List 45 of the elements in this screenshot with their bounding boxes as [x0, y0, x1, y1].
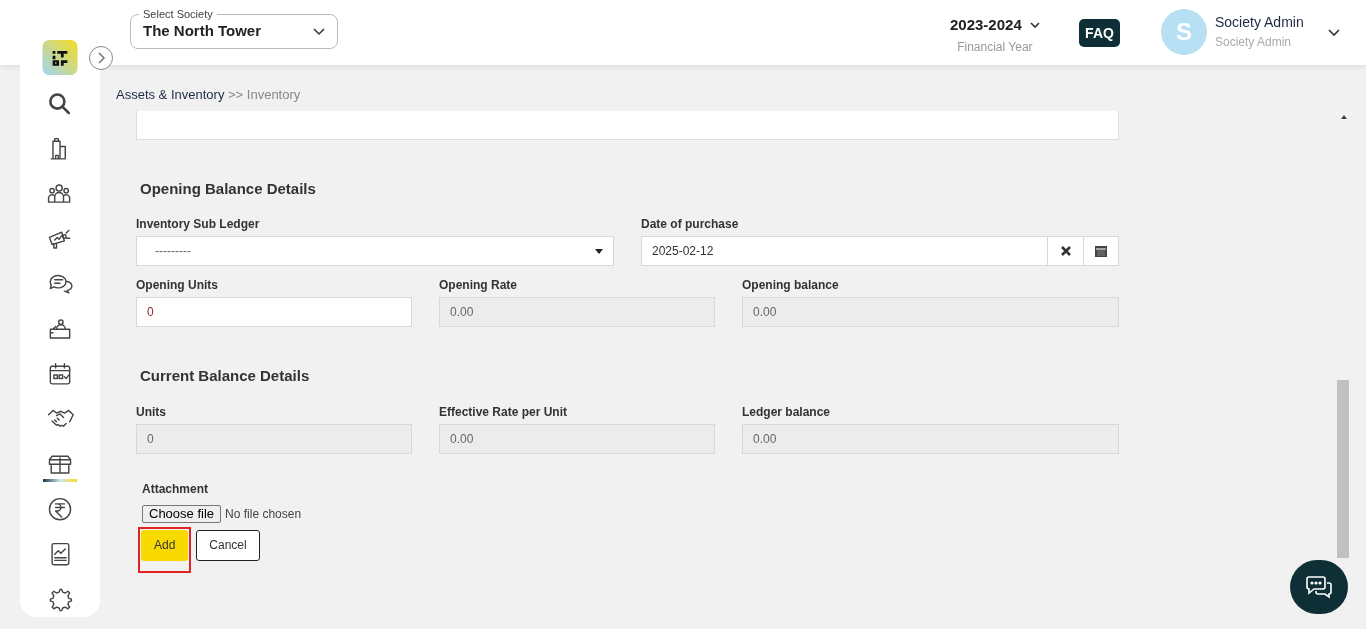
- user-role: Society Admin: [1215, 34, 1292, 51]
- avatar: S: [1161, 9, 1207, 55]
- field-label: Attachment: [142, 480, 209, 498]
- input-field[interactable]: 0: [136, 297, 412, 327]
- chevron-icon[interactable]: [1328, 29, 1340, 37]
- calendar-button[interactable]: [1084, 236, 1119, 266]
- scroll-up-arrow-icon[interactable]: [1340, 114, 1348, 120]
- field-label: Select Society: [139, 8, 217, 20]
- file-status: No file chosen: [225, 505, 302, 523]
- add-button[interactable]: Add: [141, 529, 189, 561]
- calendar-icon: [1095, 245, 1107, 257]
- cancel-button[interactable]: Cancel: [196, 529, 260, 561]
- field-label: Effective Rate per Unit: [439, 403, 569, 418]
- breadcrumb: Assets & Inventory >> Inventory: [115, 86, 302, 104]
- year-caption: Financial Year: [957, 39, 1033, 56]
- field-label: Date of purchase: [641, 216, 740, 230]
- field-label: Inventory Sub Ledger: [136, 216, 261, 230]
- close-icon: [1060, 246, 1071, 256]
- field-label: Opening Rate: [439, 277, 518, 291]
- app-logo[interactable]: [41, 40, 79, 75]
- chevron-icon: [313, 27, 325, 36]
- year-select[interactable]: 2023-2024: [950, 14, 1040, 36]
- section-title: Opening Balance Details: [139, 178, 317, 199]
- caret-icon: [595, 248, 603, 254]
- faq-button[interactable]: FAQ: [1079, 19, 1120, 47]
- field-label: Ledger balance: [742, 403, 832, 418]
- user-name: Society Admin: [1215, 13, 1304, 32]
- input-field: 0.00: [439, 423, 715, 454]
- input-field: 0.00: [439, 297, 715, 327]
- input-field: 0.00: [742, 297, 1119, 327]
- field-label: Opening Units: [136, 277, 219, 291]
- field-label: Units: [136, 403, 167, 418]
- dropdown[interactable]: ---------: [136, 236, 614, 266]
- field-label: Opening balance: [742, 277, 840, 291]
- chat-button[interactable]: [1290, 560, 1348, 614]
- chat-icon: [1305, 574, 1333, 600]
- chevron-icon: [1029, 21, 1040, 29]
- date-field[interactable]: 2025-02-12: [641, 236, 1048, 266]
- section-title: Current Balance Details: [139, 366, 311, 386]
- input-field: 0.00: [742, 423, 1119, 454]
- clear-button[interactable]: [1048, 236, 1084, 266]
- chevron-right-icon: [96, 52, 106, 64]
- scrollbar-thumb[interactable]: [1337, 380, 1349, 558]
- input-field: 0: [136, 423, 412, 454]
- choose-file-button[interactable]: Choose file: [142, 504, 222, 523]
